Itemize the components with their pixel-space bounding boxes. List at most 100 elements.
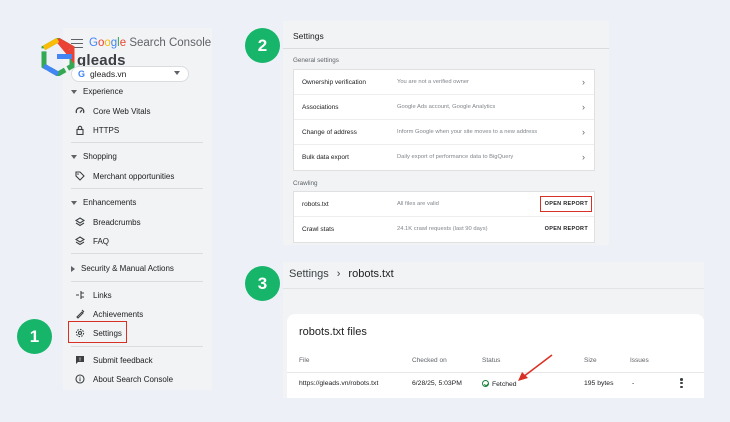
divider: [287, 372, 704, 373]
step-badge-3: 3: [245, 266, 280, 301]
chevron-right-icon: ›: [582, 77, 585, 87]
divider: [283, 48, 609, 49]
row-value: Google Ads account, Google Analytics: [397, 104, 496, 110]
column-header-size: Size: [584, 357, 597, 364]
card-title: robots.txt files: [299, 326, 367, 338]
settings-row-bulk-export[interactable]: Bulk data export Daily export of perform…: [294, 145, 594, 170]
step-badge-2: 2: [245, 28, 280, 63]
gauge-icon: [75, 106, 85, 116]
breadcrumb-separator: ›: [336, 268, 341, 280]
sidebar-item-label: Achievements: [93, 309, 144, 319]
chevron-right-icon: ›: [582, 152, 585, 162]
app-title-google: Google: [89, 37, 127, 49]
page-title: Settings: [293, 31, 324, 41]
sidebar-item-achievements[interactable]: Achievements: [75, 309, 143, 319]
lock-icon: [75, 125, 85, 135]
sidebar-item-label: Breadcrumbs: [93, 217, 141, 227]
property-name: gleads.vn: [90, 69, 127, 79]
settings-row-associations[interactable]: Associations Google Ads account, Google …: [294, 95, 594, 120]
breadcrumb: Settings › robots.txt: [289, 268, 394, 280]
chevron-down-icon: [174, 71, 180, 75]
sidebar-item-core-web-vitals[interactable]: Core Web Vitals: [75, 106, 151, 116]
row-label: Bulk data export: [302, 154, 349, 161]
sidebar-item-breadcrumbs[interactable]: Breadcrumbs: [75, 217, 141, 227]
section-shopping[interactable]: Shopping: [71, 152, 117, 161]
app-title: Google Search Console: [89, 37, 211, 49]
row-value: Daily export of performance data to BigQ…: [397, 154, 514, 160]
sidebar-item-about[interactable]: About Search Console: [75, 374, 173, 384]
row-label: Change of address: [302, 129, 357, 136]
sidebar-item-https[interactable]: HTTPS: [75, 125, 119, 135]
sidebar-panel: Google Search Console gleads G gleads.vn…: [41, 28, 212, 390]
app-title-product: Search Console: [129, 37, 212, 49]
chevron-right-icon: ›: [582, 127, 585, 137]
check-circle-icon: [482, 380, 489, 387]
sidebar-item-label: FAQ: [93, 236, 110, 246]
status-text: Fetched: [492, 381, 517, 388]
chevron-right-icon: ›: [582, 102, 585, 112]
divider: [71, 253, 203, 254]
settings-highlight-box: [68, 321, 127, 343]
app-header: Google Search Console: [71, 35, 211, 51]
sidebar-item-submit-feedback[interactable]: Submit feedback: [75, 355, 153, 365]
sidebar-item-merchant-opportunities[interactable]: Merchant opportunities: [75, 171, 174, 181]
divider: [283, 288, 704, 289]
sidebar-item-label: Core Web Vitals: [93, 106, 151, 116]
section-enhancements[interactable]: Enhancements: [71, 198, 136, 207]
annotation-arrow-icon: [518, 354, 553, 381]
divider: [71, 281, 203, 282]
open-report-highlight-box: [540, 196, 592, 212]
sidebar-item-label: HTTPS: [93, 125, 120, 135]
divider: [71, 142, 203, 143]
row-label: Crawl stats: [302, 226, 335, 233]
sidebar-item-links[interactable]: Links: [75, 290, 112, 300]
cell-status: Fetched: [482, 380, 517, 388]
section-experience[interactable]: Experience: [71, 87, 123, 96]
sidebar-item-label: Links: [93, 290, 112, 300]
sidebar-item-faq[interactable]: FAQ: [75, 236, 109, 246]
breadcrumb-settings[interactable]: Settings: [289, 268, 329, 280]
settings-row-change-of-address[interactable]: Change of address Inform Google when you…: [294, 120, 594, 145]
section-label: Security & Manual Actions: [81, 264, 174, 273]
settings-row-robots-txt: robots.txt All files are valid OPEN REPO…: [294, 192, 594, 217]
collapse-icon: [71, 154, 77, 159]
section-label: Enhancements: [83, 198, 137, 207]
row-value: 24.1K crawl requests (last 90 days): [397, 226, 488, 232]
cell-file[interactable]: https://gleads.vn/robots.txt: [299, 380, 378, 387]
crawling-card: robots.txt All files are valid OPEN REPO…: [293, 191, 595, 243]
step-badge-1: 1: [17, 319, 52, 354]
row-label: Ownership verification: [302, 79, 366, 86]
section-label: Experience: [83, 87, 124, 96]
settings-panel: Settings General settings Ownership veri…: [283, 21, 609, 245]
layers-icon: [75, 217, 85, 227]
sidebar-item-label: About Search Console: [93, 374, 174, 384]
cell-issues: -: [632, 380, 635, 387]
cell-checked-on: 6/28/25, 5:03PM: [412, 380, 462, 387]
column-header-status: Status: [482, 357, 501, 364]
sidebar-item-label: Merchant opportunities: [93, 171, 175, 181]
collapse-icon: [71, 200, 77, 205]
more-options-icon[interactable]: [680, 378, 683, 388]
row-label: Associations: [302, 104, 339, 111]
row-value: You are not a verified owner: [397, 79, 469, 85]
achievement-icon: [75, 309, 85, 319]
gleads-hexagon-logo: [41, 38, 75, 76]
open-report-button[interactable]: OPEN REPORT: [545, 226, 588, 232]
info-icon: [75, 374, 85, 384]
column-header-file: File: [299, 357, 310, 364]
divider: [71, 188, 203, 189]
robots-files-card: robots.txt files File Checked on Status …: [287, 314, 704, 398]
breadcrumb-current: robots.txt: [348, 268, 394, 280]
column-header-checked: Checked on: [412, 357, 447, 364]
collapse-icon: [71, 89, 77, 94]
expand-icon: [71, 265, 75, 272]
layers-icon: [75, 236, 85, 246]
cell-size: 195 bytes: [584, 380, 614, 387]
property-selector[interactable]: G gleads.vn: [71, 66, 189, 82]
settings-row-ownership[interactable]: Ownership verification You are not a ver…: [294, 70, 594, 95]
row-value: All files are valid: [397, 201, 439, 207]
section-security[interactable]: Security & Manual Actions: [71, 264, 174, 273]
row-value: Inform Google when your site moves to a …: [397, 129, 538, 135]
tag-icon: [75, 171, 85, 181]
feedback-icon: [75, 355, 85, 365]
